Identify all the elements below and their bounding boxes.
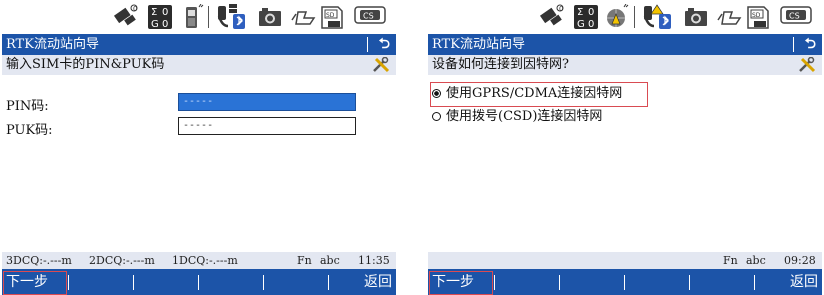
radio-label: 使用GPRS/CDMA连接因特网 [446,86,623,101]
softkey-divider [198,275,199,290]
coordinate-icon [290,8,316,34]
sd-card-icon: SD [746,4,770,30]
svg-text:0: 0 [162,19,168,30]
status-bar: 0 Σ 0 G 0 SD CS [428,0,822,34]
puk-label: PUK码: [6,123,53,138]
divider [208,6,209,28]
satellite-icon: 0 [538,4,566,30]
sigma-letter: Σ [151,7,157,18]
pin-label: PIN码: [6,99,49,114]
softkey-divider [754,275,755,290]
page-title: RTK流动站向导 [6,37,99,52]
back-arrow-icon[interactable]: ⮌ [379,34,390,55]
fn-indicator: Fn [723,254,738,267]
dcq1-value: 1DCQ:-.---m [172,254,238,267]
radio-unselected-icon [432,112,441,121]
svg-text:CS: CS [363,12,374,21]
tools-icon[interactable] [798,56,816,80]
radio-option-gprs[interactable]: 使用GPRS/CDMA连接因特网 [432,84,622,104]
radio-option-csd[interactable]: 使用拨号(CSD)连接因特网 [432,107,602,127]
tools-icon[interactable] [372,56,390,80]
subtitle-text: 设备如何连接到因特网? [432,57,569,72]
satellite-count-icon: Σ 0 G 0 [147,4,173,30]
svg-text:G: G [151,19,159,30]
softkey-divider [328,275,329,290]
subtitle-text: 输入SIM卡的PIN&PUK码 [6,57,165,72]
dcq3-value: 3DCQ:-.---m [6,254,72,267]
sd-card-icon: SD [320,4,344,30]
softkey-divider [689,275,690,290]
satellite-icon: 0 [112,4,140,30]
next-button-highlight [3,271,67,295]
svg-text:Σ: Σ [577,7,583,18]
dcq2-value: 2DCQ:-.---m [89,254,155,267]
title-bar: RTK流动站向导 ⮌ [428,34,822,55]
svg-text:SD: SD [752,12,761,19]
page-subtitle: 设备如何连接到因特网? [428,55,822,75]
fn-indicator: Fn [297,254,312,267]
next-button-highlight [429,271,493,295]
return-button[interactable]: 返回 [352,269,392,295]
title-divider [367,37,368,52]
clock: 11:35 [358,254,390,267]
page-subtitle: 输入SIM卡的PIN&PUK码 [2,55,396,75]
bluetooth-device-icon [216,4,246,30]
pin-field[interactable]: ----- [178,93,356,111]
page-title: RTK流动站向导 [432,37,525,52]
abc-indicator: abc [746,254,766,267]
clock: 09:28 [784,254,816,267]
radio-selected-icon [432,89,441,98]
svg-text:0: 0 [588,19,594,30]
svg-text:G: G [577,19,585,30]
svg-text:CS: CS [789,12,800,21]
softkey-divider [263,275,264,290]
svg-text:0: 0 [588,7,594,18]
softkey-divider [559,275,560,290]
info-bar: 3DCQ:-.---m 2DCQ:-.---m 1DCQ:-.---m Fn a… [2,252,396,269]
radio-label: 使用拨号(CSD)连接因特网 [446,109,603,124]
svg-text:0: 0 [162,7,168,18]
cs-controller-icon: CS [354,6,386,32]
softkey-divider [68,275,69,290]
camera-icon [684,7,708,33]
softkey-divider [133,275,134,290]
left-screen: 0 Σ 0 G 0 SD CS RTK流动站向导 ⮌ 输入SIM卡的PIN&PU… [2,0,396,295]
cs-controller-icon: CS [780,6,812,32]
softkey-divider [624,275,625,290]
puk-field[interactable]: ----- [178,117,356,135]
svg-text:0: 0 [133,5,137,13]
title-divider [793,37,794,52]
phone-icon [182,4,204,30]
satellite-count-icon: Σ 0 G 0 [573,4,599,30]
svg-text:SD: SD [326,12,335,19]
svg-text:0: 0 [559,5,563,13]
bluetooth-device-icon [642,4,672,30]
camera-icon [258,7,282,33]
info-bar: Fn abc 09:28 [428,252,822,269]
softkey-divider [494,275,495,290]
internet-globe-icon [606,4,630,30]
abc-indicator: abc [320,254,340,267]
status-bar: 0 Σ 0 G 0 SD CS [2,0,396,34]
return-button[interactable]: 返回 [778,269,818,295]
title-bar: RTK流动站向导 ⮌ [2,34,396,55]
back-arrow-icon[interactable]: ⮌ [805,34,816,55]
right-screen: 0 Σ 0 G 0 SD CS RTK流动站向导 ⮌ 设备如何连接到因特网? 使… [428,0,822,295]
divider [634,6,635,28]
coordinate-icon [716,8,742,34]
